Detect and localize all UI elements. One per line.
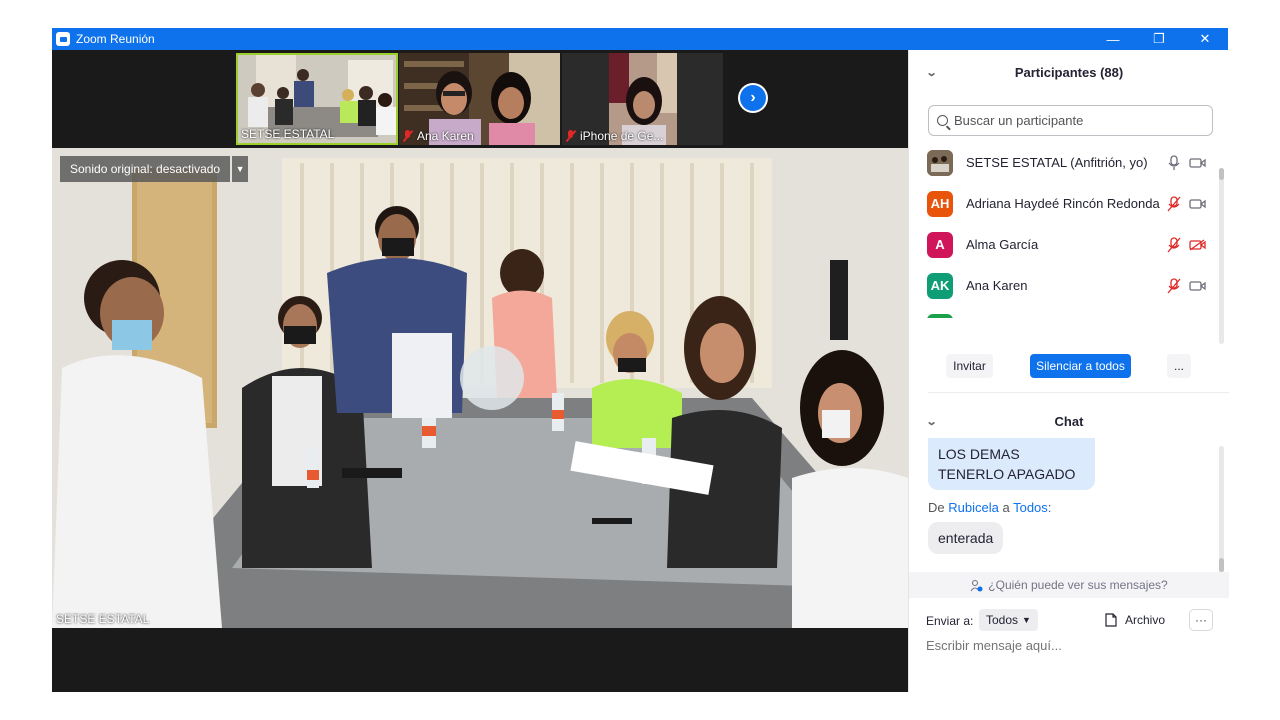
original-sound-label: Sonido original: desactivado	[60, 156, 231, 182]
participant-row[interactable]	[909, 306, 1219, 318]
participant-name: Adriana Haydeé Rincón Redonda	[966, 196, 1160, 211]
video-thumbnail[interactable]: SETSE ESTATAL	[236, 53, 398, 145]
speaker-name: SETSE ESTATAL	[56, 612, 150, 626]
who-can-see-messages[interactable]: ¿Quién puede ver sus mensajes?	[909, 572, 1229, 598]
collapse-participants-icon[interactable]: ⌄	[926, 66, 938, 79]
thumbnail-name: Ana Karen	[402, 129, 474, 143]
avatar: AH	[927, 190, 953, 217]
chevron-right-icon: ›	[740, 85, 766, 111]
participant-name: Alma García	[966, 237, 1039, 252]
divider	[928, 392, 1229, 393]
participant-actions: Invitar Silenciar a todos ...	[909, 354, 1229, 382]
participant-scrollbar[interactable]	[1219, 168, 1224, 344]
search-icon	[937, 115, 948, 126]
chat-messages: LOS DEMAS TENERLO APAGADO De Rubicela a …	[909, 438, 1229, 570]
participant-search-input[interactable]	[954, 113, 1194, 128]
participant-row[interactable]: AK Ana Karen	[909, 265, 1219, 306]
avatar-image	[927, 149, 953, 176]
participant-row[interactable]: SETSE ESTATAL (Anfitrión, yo)	[909, 142, 1219, 183]
file-button[interactable]: Archivo	[1105, 609, 1165, 631]
video-thumbnail[interactable]: iPhone de Ge...	[562, 53, 723, 145]
avatar: AK	[927, 272, 953, 299]
next-page-button[interactable]: ›	[738, 83, 768, 113]
invite-button[interactable]: Invitar	[946, 354, 993, 378]
send-controls: Enviar a: Todos ▼ Archivo ···	[909, 606, 1229, 634]
thumbnail-strip: SETSE ESTATAL Ana Karen iPhone de Ge... …	[52, 50, 908, 146]
close-button[interactable]: ✕	[1182, 28, 1228, 50]
participant-list: SETSE ESTATAL (Anfitrión, yo) AH Adriana…	[909, 142, 1229, 318]
zoom-window: Zoom Reunión — ❐ ✕ SETSE ESTATAL Ana Kar…	[52, 28, 1229, 692]
active-speaker-video: Sonido original: desactivado ▼ SETSE EST…	[52, 148, 908, 628]
chat-header: ⌄ Chat	[909, 399, 1229, 443]
chat-more-button[interactable]: ···	[1189, 609, 1213, 631]
chat-scrollbar[interactable]	[1219, 446, 1224, 574]
title-bar: Zoom Reunión — ❐ ✕	[52, 28, 1228, 50]
participant-scrollbar-thumb[interactable]	[1219, 168, 1224, 180]
participant-search[interactable]	[928, 105, 1213, 136]
chat-title: Chat	[1054, 413, 1084, 429]
collapse-chat-icon[interactable]: ⌄	[926, 415, 938, 428]
video-camera-icon[interactable]	[1189, 157, 1206, 169]
participant-name: SETSE ESTATAL (Anfitrión, yo)	[966, 155, 1148, 170]
chevron-down-icon: ▼	[1022, 615, 1031, 625]
microphone-muted-icon[interactable]	[1167, 195, 1181, 212]
microphone-muted-icon[interactable]	[1167, 236, 1181, 253]
restore-button[interactable]: ❐	[1136, 28, 1182, 50]
chat-message-header: De Rubicela a Todos:	[928, 500, 1052, 515]
speaker-video-image	[52, 148, 908, 628]
chat-scrollbar-thumb[interactable]	[1219, 558, 1224, 572]
window-title: Zoom Reunión	[76, 32, 155, 46]
user-info-icon	[970, 579, 983, 591]
avatar: A	[927, 231, 953, 258]
mute-all-button[interactable]: Silenciar a todos	[1030, 354, 1131, 378]
send-to-dropdown[interactable]: Todos ▼	[979, 609, 1038, 631]
original-sound-dropdown-icon[interactable]: ▼	[232, 156, 249, 182]
thumbnail-name: iPhone de Ge...	[565, 129, 663, 143]
video-camera-icon[interactable]	[1189, 198, 1206, 210]
chat-message-bubble: enterada	[928, 522, 1004, 554]
microphone-icon[interactable]	[1167, 154, 1181, 171]
thumbnail-name: SETSE ESTATAL	[241, 127, 335, 141]
avatar	[927, 149, 953, 176]
mic-muted-icon	[565, 130, 577, 142]
side-panel: ⌄ Participantes (88) SETSE ESTATAL (Anfi…	[908, 50, 1229, 692]
participants-header: ⌄ Participantes (88)	[909, 50, 1229, 94]
video-area: SETSE ESTATAL Ana Karen iPhone de Ge... …	[52, 50, 908, 692]
minimize-button[interactable]: —	[1090, 28, 1136, 50]
video-thumbnail[interactable]: Ana Karen	[399, 53, 560, 145]
video-camera-icon[interactable]	[1189, 280, 1206, 292]
chat-message-input[interactable]	[926, 638, 1216, 653]
participant-row[interactable]: A Alma García	[909, 224, 1219, 265]
microphone-muted-icon[interactable]	[1167, 277, 1181, 294]
avatar	[927, 313, 953, 318]
participant-name: Ana Karen	[966, 278, 1028, 293]
sender-link[interactable]: Rubicela	[948, 500, 999, 515]
participants-title: Participantes (88)	[1014, 64, 1124, 80]
chat-message-bubble: LOS DEMAS TENERLO APAGADO	[928, 438, 1095, 490]
send-to-label: Enviar a:	[926, 614, 974, 628]
file-icon	[1105, 613, 1117, 627]
recipient-link[interactable]: Todos	[1013, 500, 1048, 515]
participant-row[interactable]: AH Adriana Haydeé Rincón Redonda	[909, 183, 1219, 224]
participants-more-button[interactable]: ...	[1167, 354, 1191, 378]
original-sound-button[interactable]: Sonido original: desactivado ▼	[60, 156, 249, 182]
mic-muted-icon	[402, 130, 414, 142]
video-camera-off-icon[interactable]	[1189, 238, 1206, 251]
zoom-app-icon	[56, 32, 70, 46]
